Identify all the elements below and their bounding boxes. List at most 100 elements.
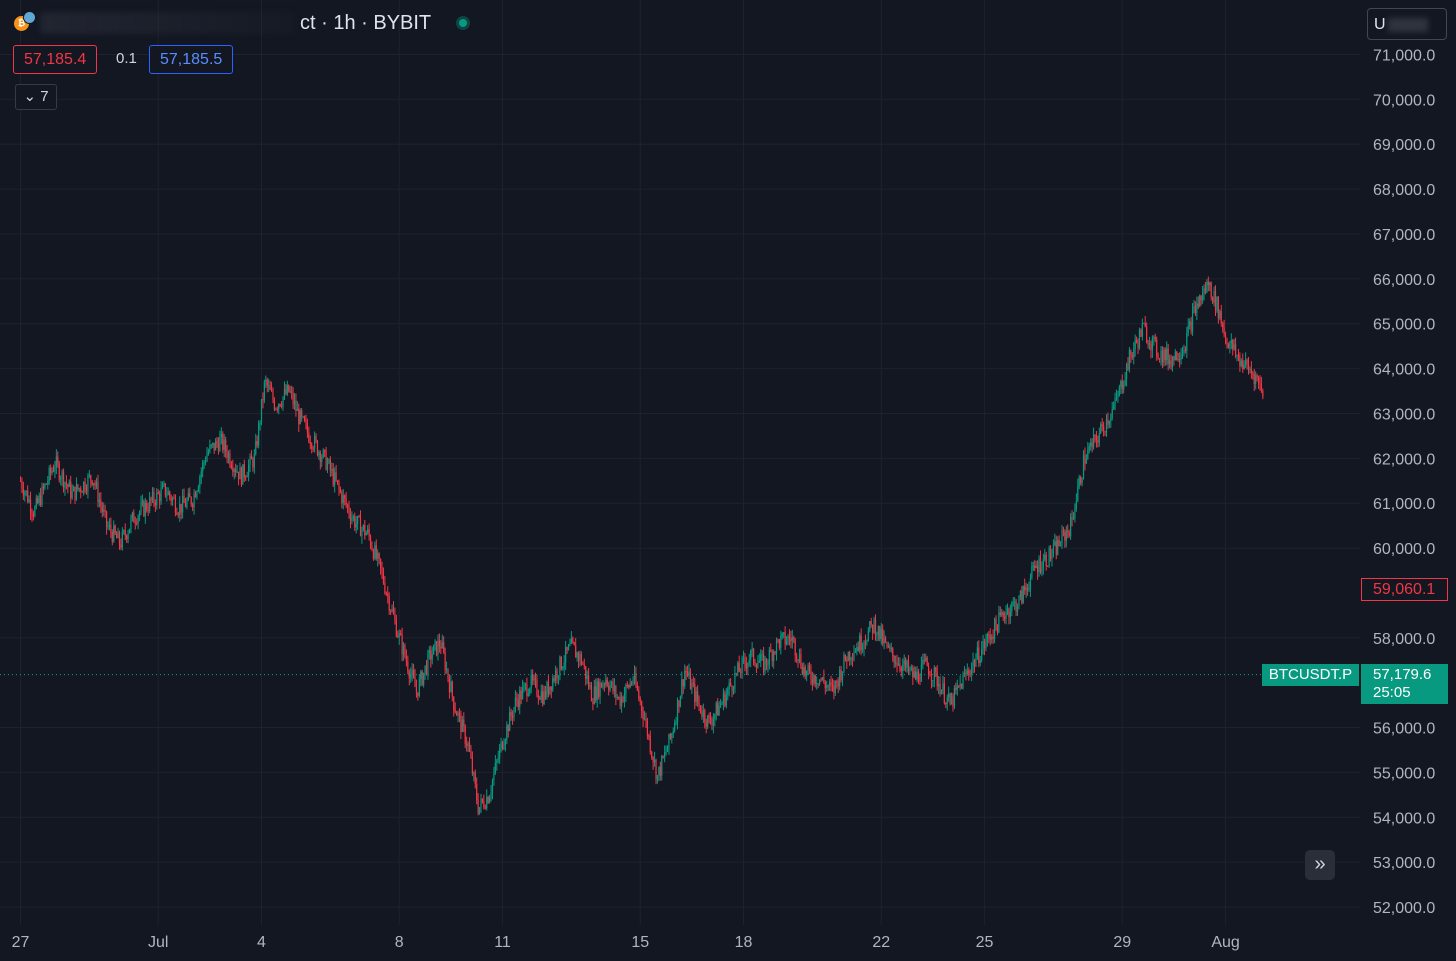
candle-body — [618, 697, 620, 699]
candle-body — [94, 483, 96, 486]
candle-body — [371, 546, 373, 551]
candle-body — [770, 650, 772, 652]
candle-body — [1201, 294, 1204, 301]
candle-body — [777, 639, 779, 641]
candle-body — [1217, 296, 1219, 319]
candle-body — [1177, 359, 1179, 361]
candle-body — [1054, 541, 1056, 546]
candle-body — [582, 663, 584, 665]
x-tick-label: 11 — [494, 934, 511, 951]
candle-body — [494, 762, 496, 773]
candle-body — [78, 488, 80, 490]
candle-body — [27, 490, 29, 503]
candle-body — [219, 436, 221, 452]
candle-body — [595, 686, 597, 701]
buy-price-button[interactable]: 57,185.5 — [149, 45, 234, 74]
candle-body — [787, 636, 789, 642]
candle-body — [945, 703, 947, 705]
candle-body — [1191, 310, 1194, 332]
candle-body — [602, 684, 604, 688]
candle-body — [919, 681, 921, 683]
candle-body — [286, 384, 288, 395]
candle-body — [1015, 601, 1017, 612]
candle-body — [596, 681, 598, 701]
symbol-title[interactable]: ct · 1h · BYBIT — [300, 12, 431, 35]
y-tick-label: 58,000.0 — [1373, 631, 1435, 648]
candle-body — [93, 483, 95, 485]
candle-body — [1143, 323, 1145, 325]
candle-body — [725, 694, 727, 706]
indicators-collapse-button[interactable]: ⌄ 7 — [15, 84, 57, 110]
candle-body — [1187, 325, 1189, 333]
candle-body — [331, 468, 333, 471]
y-tick-label: 55,000.0 — [1373, 765, 1435, 782]
last-price-label: 57,179.6 25:05 — [1361, 664, 1448, 704]
candle-body — [526, 684, 528, 696]
candle-body — [608, 685, 610, 691]
candle-body — [566, 646, 568, 651]
candle-body — [50, 467, 52, 474]
candle-body — [806, 670, 808, 676]
candle-body — [1041, 568, 1043, 573]
candle-body — [816, 683, 818, 685]
candle-body — [484, 807, 486, 809]
candle-body — [718, 705, 720, 716]
candle-body — [1108, 420, 1110, 425]
candle-body — [1124, 379, 1126, 386]
candle-body — [196, 491, 198, 498]
candle-body — [1024, 586, 1026, 590]
candle-body — [862, 648, 864, 650]
candle-body — [623, 694, 626, 702]
candle-body — [270, 389, 273, 391]
candle-body — [305, 421, 307, 423]
candle-body — [501, 741, 504, 749]
candle-body — [1019, 591, 1022, 597]
candle-body — [134, 522, 136, 524]
candle-body — [496, 760, 498, 763]
candle-body — [694, 683, 696, 702]
candle-body — [41, 486, 43, 506]
top-right-button[interactable]: U — [1367, 8, 1447, 40]
candle-body — [384, 583, 386, 593]
candle-body — [1080, 477, 1082, 484]
candle-body — [335, 472, 337, 481]
candle-body — [796, 655, 798, 660]
candle-body — [583, 664, 585, 667]
candle-body — [97, 481, 99, 502]
candle-body — [159, 493, 161, 502]
candle-body — [1229, 343, 1231, 349]
candle-body — [653, 759, 656, 763]
candle-body — [303, 416, 306, 422]
candle-body — [810, 670, 812, 680]
candle-body — [255, 441, 257, 454]
candle-body — [157, 492, 159, 494]
candle-body — [522, 687, 524, 700]
candle-body — [113, 525, 115, 542]
candle-body — [319, 452, 321, 462]
candle-body — [467, 743, 469, 746]
price-chart[interactable]: 71,000.0 70,000.0 69,000.0 68,000.0 67,000.0… — [0, 0, 1456, 961]
sell-price-button[interactable]: 57,185.4 — [13, 45, 98, 74]
y-tick-label: 61,000.0 — [1373, 496, 1435, 513]
candle-body — [87, 476, 89, 492]
candle-body — [758, 660, 760, 663]
candle-body — [45, 483, 47, 485]
candle-body — [329, 459, 331, 471]
candle-body — [283, 389, 286, 397]
candle-body — [194, 493, 197, 498]
candle-body — [576, 652, 578, 658]
candle-body — [922, 660, 924, 665]
scroll-to-realtime-button[interactable]: » — [1305, 850, 1335, 880]
candle-body — [685, 670, 687, 673]
candle-body — [820, 679, 822, 681]
candle-body — [458, 712, 461, 715]
candle-body — [998, 612, 1000, 633]
candle-body — [691, 683, 693, 690]
candle-body — [326, 462, 329, 470]
candle-body — [1045, 554, 1047, 566]
candle-body — [186, 499, 188, 507]
candle-body — [487, 797, 489, 803]
candle-body — [1039, 557, 1042, 573]
candle-body — [1224, 335, 1227, 339]
candle-body — [1189, 321, 1191, 326]
